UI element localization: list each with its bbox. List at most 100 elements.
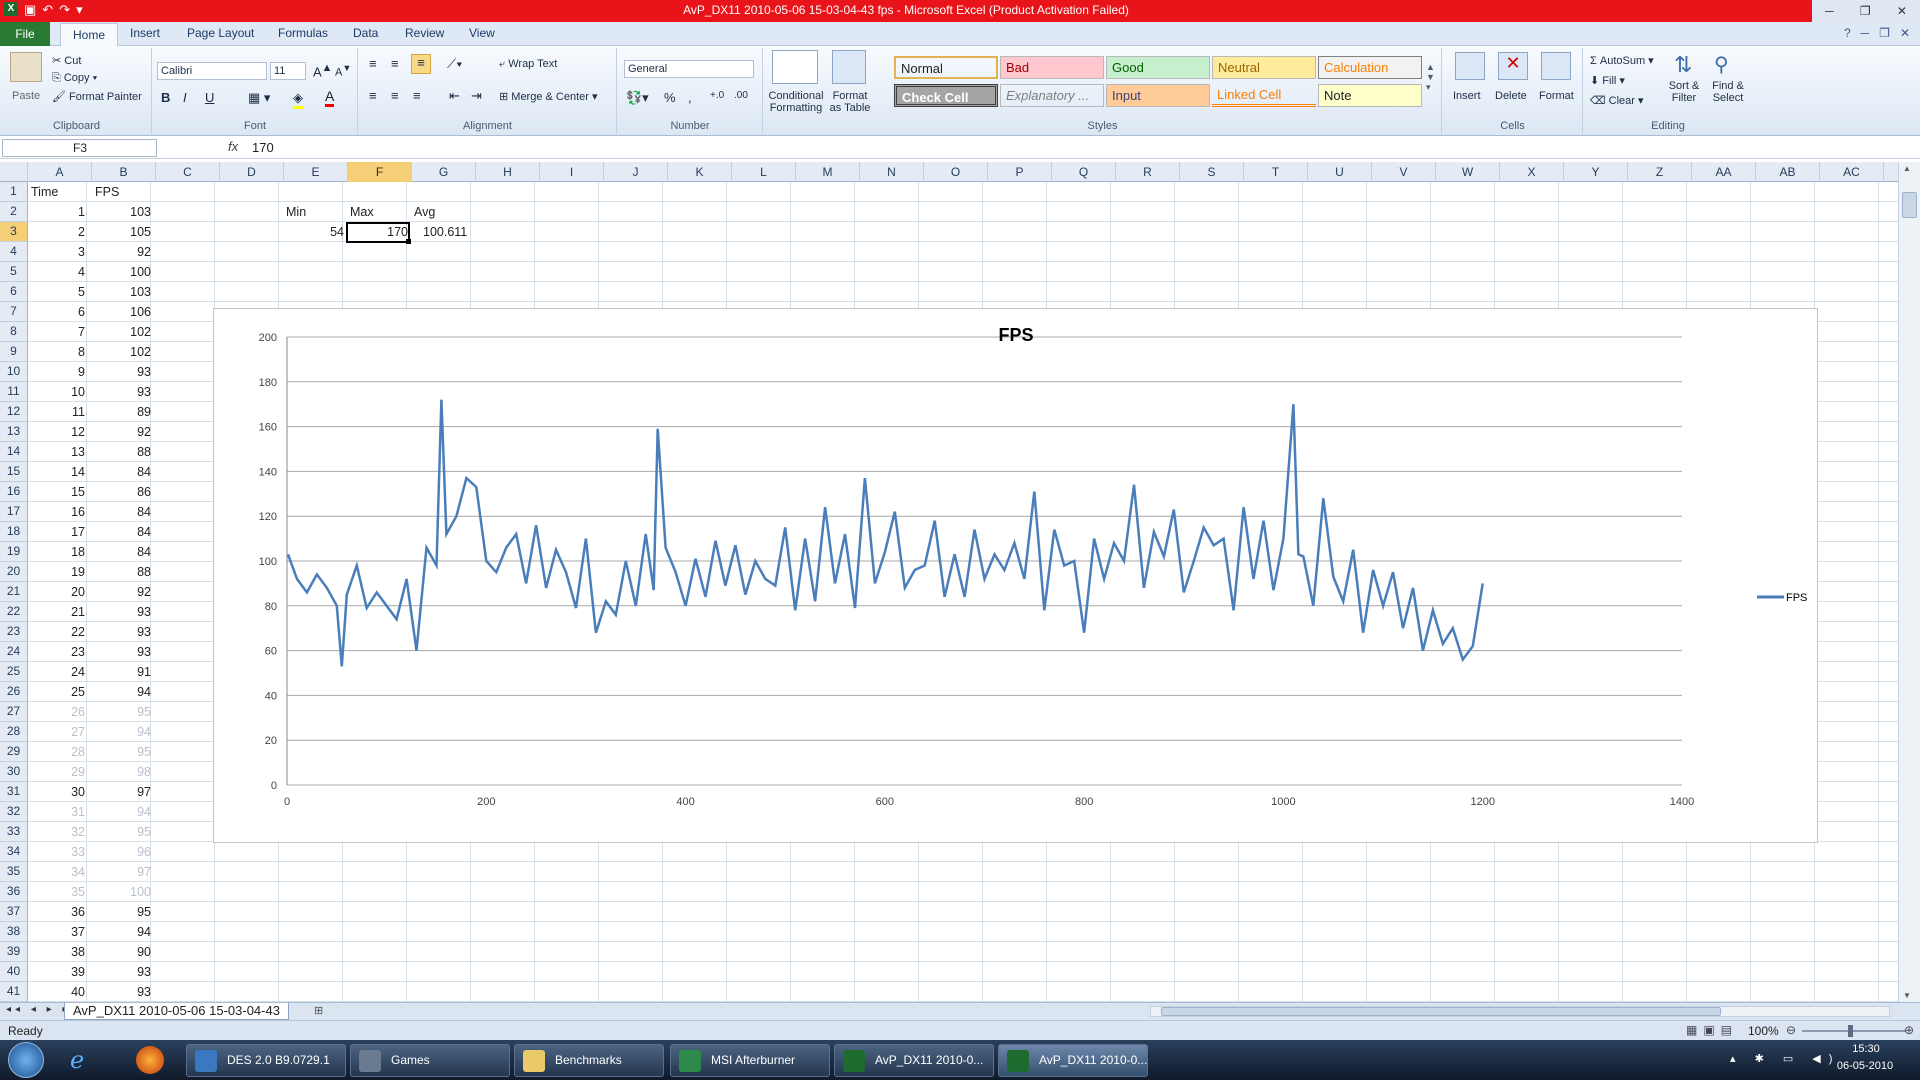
taskbar-item-des[interactable]: DES 2.0 B9.0729.1 xyxy=(186,1044,346,1077)
fps-cell[interactable]: 90 xyxy=(92,942,154,962)
fps-cell[interactable]: 94 xyxy=(92,922,154,942)
align-bottom-icon[interactable]: ≡ xyxy=(411,54,431,74)
time-cell[interactable]: 20 xyxy=(28,582,88,602)
comma-icon[interactable]: , xyxy=(688,90,692,105)
column-header[interactable]: Y xyxy=(1564,162,1628,182)
time-cell[interactable]: 39 xyxy=(28,962,88,982)
time-cell[interactable]: 33 xyxy=(28,842,88,862)
fps-cell[interactable]: 97 xyxy=(92,862,154,882)
time-cell[interactable]: 31 xyxy=(28,802,88,822)
align-left-icon[interactable]: ≡ xyxy=(369,88,377,103)
merge-center-button[interactable]: ⊞ Merge & Center ▾ xyxy=(499,90,598,103)
horizontal-scroll-thumb[interactable] xyxy=(1161,1007,1721,1016)
zoom-in-icon[interactable]: ⊕ xyxy=(1904,1023,1914,1037)
time-cell[interactable]: 34 xyxy=(28,862,88,882)
insert-cells-button[interactable]: Insert xyxy=(1453,90,1481,102)
time-cell[interactable]: 23 xyxy=(28,642,88,662)
font-color-icon[interactable]: A xyxy=(325,88,335,107)
row-header[interactable]: 15 xyxy=(0,462,28,482)
fps-cell[interactable]: 95 xyxy=(92,822,154,842)
align-middle-icon[interactable]: ≡ xyxy=(391,56,399,71)
font-name-select[interactable]: Calibri xyxy=(157,62,267,80)
fps-cell[interactable]: 105 xyxy=(92,222,154,242)
style-neutral[interactable]: Neutral xyxy=(1212,56,1316,79)
time-cell[interactable]: 19 xyxy=(28,562,88,582)
clock-date[interactable]: 06-05-2010 xyxy=(1830,1060,1900,1072)
formula-input[interactable]: 170 xyxy=(252,140,274,155)
insert-cells-icon[interactable] xyxy=(1455,52,1485,80)
column-header[interactable]: P xyxy=(988,162,1052,182)
fps-cell[interactable]: 102 xyxy=(92,342,154,362)
time-cell[interactable]: 15 xyxy=(28,482,88,502)
shrink-font-icon[interactable]: A▼ xyxy=(335,63,351,79)
fps-cell[interactable]: 88 xyxy=(92,442,154,462)
fps-cell[interactable]: 94 xyxy=(92,802,154,822)
column-header[interactable]: J xyxy=(604,162,668,182)
column-header[interactable]: E xyxy=(284,162,348,182)
row-header[interactable]: 19 xyxy=(0,542,28,562)
taskbar-item-excel-1[interactable]: AvP_DX11 2010-0... xyxy=(834,1044,994,1077)
row-header[interactable]: 14 xyxy=(0,442,28,462)
column-header[interactable]: Z xyxy=(1628,162,1692,182)
row-header[interactable]: 2 xyxy=(0,202,28,222)
fill-handle[interactable] xyxy=(406,239,411,244)
row-header[interactable]: 18 xyxy=(0,522,28,542)
row-header[interactable]: 10 xyxy=(0,362,28,382)
fps-cell[interactable]: 103 xyxy=(92,282,154,302)
fps-cell[interactable]: 103 xyxy=(92,202,154,222)
row-header[interactable]: 4 xyxy=(0,242,28,262)
row-header[interactable]: 35 xyxy=(0,862,28,882)
time-cell[interactable]: 30 xyxy=(28,782,88,802)
fps-cell[interactable]: 89 xyxy=(92,402,154,422)
style-check-cell[interactable]: Check Cell xyxy=(894,84,998,107)
column-header[interactable]: G xyxy=(412,162,476,182)
ribbon-close-icon[interactable]: ✕ xyxy=(1900,26,1910,40)
align-right-icon[interactable]: ≡ xyxy=(413,88,421,103)
time-cell[interactable]: 18 xyxy=(28,542,88,562)
time-cell[interactable]: 3 xyxy=(28,242,88,262)
row-header[interactable]: 9 xyxy=(0,342,28,362)
column-header[interactable]: U xyxy=(1308,162,1372,182)
style-normal[interactable]: Normal xyxy=(894,56,998,79)
time-cell[interactable]: 24 xyxy=(28,662,88,682)
row-header[interactable]: 1 xyxy=(0,182,28,202)
time-cell[interactable]: 4 xyxy=(28,262,88,282)
new-sheet-icon[interactable]: ⊞ xyxy=(314,1004,323,1017)
fps-cell[interactable]: 95 xyxy=(92,742,154,762)
underline-icon[interactable]: U xyxy=(205,90,214,105)
borders-icon[interactable]: ▦ ▾ xyxy=(248,90,270,106)
row-header[interactable]: 29 xyxy=(0,742,28,762)
column-header[interactable]: B xyxy=(92,162,156,182)
min-value[interactable]: 54 xyxy=(283,222,347,242)
zoom-slider[interactable] xyxy=(1802,1030,1906,1032)
fps-cell[interactable]: 84 xyxy=(92,462,154,482)
row-header[interactable]: 24 xyxy=(0,642,28,662)
row-header[interactable]: 3 xyxy=(0,222,28,242)
column-header[interactable]: C xyxy=(156,162,220,182)
sort-filter-button[interactable]: Sort & Filter xyxy=(1664,80,1704,104)
autosum-button[interactable]: Σ AutoSum ▾ xyxy=(1590,54,1654,67)
fps-cell[interactable]: 92 xyxy=(92,582,154,602)
fps-cell[interactable]: 97 xyxy=(92,782,154,802)
column-header[interactable]: AA xyxy=(1692,162,1756,182)
row-header[interactable]: 37 xyxy=(0,902,28,922)
time-cell[interactable]: 17 xyxy=(28,522,88,542)
currency-icon[interactable]: 💱▾ xyxy=(626,90,649,106)
number-format-select[interactable]: General xyxy=(624,60,754,78)
column-header[interactable]: K xyxy=(668,162,732,182)
taskbar-item-benchmarks[interactable]: Benchmarks xyxy=(514,1044,664,1077)
increase-decimal-icon[interactable]: +.0 xyxy=(710,90,724,101)
time-cell[interactable]: 11 xyxy=(28,402,88,422)
column-header[interactable]: O xyxy=(924,162,988,182)
row-header[interactable]: 30 xyxy=(0,762,28,782)
zoom-out-icon[interactable]: ⊖ xyxy=(1786,1023,1796,1037)
fill-button[interactable]: ⬇ Fill ▾ xyxy=(1590,74,1625,87)
scroll-down-icon[interactable]: ▼ xyxy=(1903,991,1911,1000)
fps-cell[interactable]: 88 xyxy=(92,562,154,582)
time-cell[interactable]: 26 xyxy=(28,702,88,722)
fps-cell[interactable]: 94 xyxy=(92,722,154,742)
restore-icon[interactable]: ❐ xyxy=(1860,4,1871,18)
fps-cell[interactable]: 92 xyxy=(92,422,154,442)
start-button[interactable] xyxy=(8,1042,44,1078)
grow-font-icon[interactable]: A▲ xyxy=(313,62,332,79)
